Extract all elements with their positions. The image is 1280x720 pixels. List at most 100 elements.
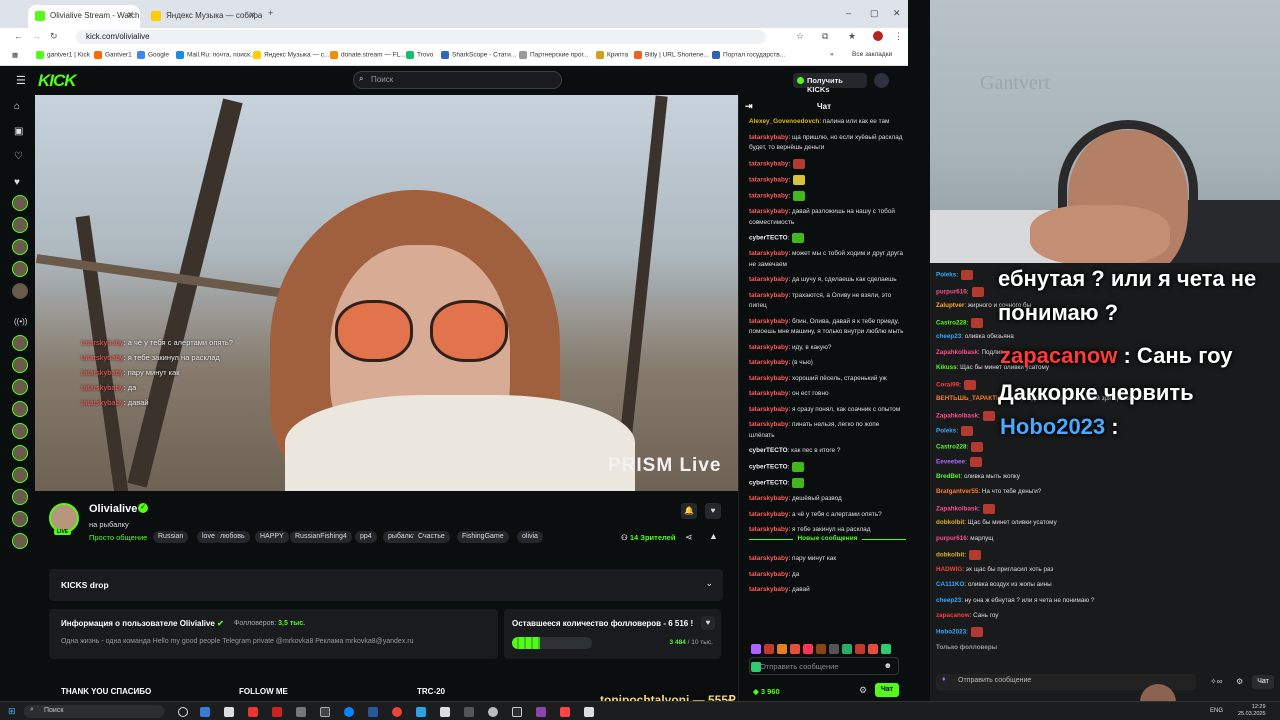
overlay-settings-icon[interactable]: ⚙ (1236, 677, 1243, 686)
taskbar-app-icon[interactable] (296, 707, 306, 717)
emote-icon[interactable] (764, 644, 774, 654)
taskbar-app-icon[interactable] (536, 707, 546, 717)
live-channel-avatar[interactable] (12, 533, 28, 549)
task-view-icon[interactable] (178, 707, 188, 717)
tab-yandex-music[interactable]: Яндекс Музыка — собираем ✕ (144, 5, 262, 28)
live-channel-avatar[interactable] (12, 335, 28, 351)
tag-chip[interactable]: Russian (153, 531, 189, 543)
emote-icon[interactable] (816, 644, 826, 654)
chat-username[interactable]: cyberTECTO (749, 447, 788, 454)
home-icon[interactable]: ⌂ (14, 101, 20, 112)
chat-username[interactable]: tatarskybaby (749, 375, 788, 382)
chat-username[interactable]: cyberTECTO (749, 480, 788, 487)
chat-username[interactable]: tatarskybaby (749, 511, 788, 518)
tag-chip[interactable]: olivia (517, 531, 543, 543)
bookmark-item[interactable]: Bitly | URL Shortene... (634, 51, 709, 59)
tag-chip[interactable]: RussianFishing4 (290, 531, 352, 543)
bookmark-item[interactable]: Mail.Ru: почта, поиск... (176, 51, 255, 59)
bookmark-item[interactable]: Trovo (406, 51, 433, 59)
live-channel-avatar[interactable] (12, 445, 28, 461)
bookmark-item[interactable]: Партнерские прог... (519, 51, 588, 59)
chat-username[interactable]: tatarskybaby (749, 421, 788, 428)
taskbar-app-icon[interactable] (488, 707, 498, 717)
live-channel-avatar[interactable] (12, 379, 28, 395)
kick-logo[interactable]: KICK (38, 71, 77, 91)
live-channel-avatar[interactable] (12, 467, 28, 483)
windows-start-icon[interactable]: ⊞ (8, 706, 16, 717)
emote-icon[interactable] (855, 644, 865, 654)
reload-icon[interactable]: ↻ (50, 31, 58, 42)
language-indicator[interactable]: ENG (1210, 708, 1223, 714)
get-kicks-button[interactable]: Получить KICKs (793, 73, 867, 94)
chat-username[interactable]: tatarskybaby (749, 276, 788, 283)
chat-username[interactable]: tatarskybaby (749, 344, 788, 351)
bookmark-item[interactable]: gantver1 | Kick (36, 51, 90, 59)
chat-username[interactable]: tatarskybaby (749, 526, 788, 533)
tag-chip[interactable]: Счастье (413, 531, 450, 543)
chat-send-button[interactable]: Чат (875, 683, 899, 697)
close-icon[interactable]: ✕ (248, 10, 256, 21)
live-channel-avatar[interactable] (12, 423, 28, 439)
chat-input[interactable]: Отправить сообщение ☻ (749, 657, 899, 675)
new-tab-icon[interactable]: + (268, 8, 273, 18)
search-input[interactable]: ⌕ Поиск (353, 71, 562, 89)
emote-icon[interactable] (777, 644, 787, 654)
chat-username[interactable]: tatarskybaby (749, 406, 788, 413)
share-icon[interactable]: ⋖ (685, 532, 693, 543)
taskbar-app-icon[interactable] (440, 707, 450, 717)
emote-icon[interactable] (868, 644, 878, 654)
following-heart-icon[interactable]: ♡ (14, 151, 23, 162)
followed-channel-avatar[interactable] (12, 239, 28, 255)
chat-username[interactable]: tatarskybaby (749, 555, 788, 562)
bookmarks-more[interactable]: » (830, 51, 834, 58)
emote-icon[interactable] (829, 644, 839, 654)
tag-chip[interactable]: FishingGame (457, 531, 509, 543)
kicks-balance[interactable]: ◆ 3 960 (753, 687, 780, 696)
chat-username[interactable]: cyberTECTO (749, 235, 788, 242)
overlay-gift-icon[interactable]: ✧∞ (1210, 677, 1222, 686)
taskbar-app-icon[interactable] (224, 707, 234, 717)
profile-avatar[interactable] (873, 31, 883, 41)
bookmark-item[interactable]: donate.stream — FL... (330, 51, 406, 59)
taskbar-app-icon[interactable] (320, 707, 330, 717)
chat-username[interactable]: tatarskybaby (749, 292, 788, 299)
bookmark-item[interactable]: Крипта (596, 51, 628, 59)
tab-kick[interactable]: Olivialive Stream - Watch Live ✕ (28, 5, 140, 28)
chat-username[interactable]: tatarskybaby (749, 193, 788, 200)
taskbar-app-icon[interactable] (272, 707, 282, 717)
clock[interactable]: 12:29 25.03.2025 (1238, 704, 1266, 718)
browse-icon[interactable]: ▣ (14, 126, 23, 137)
report-flag-icon[interactable]: ▲ (709, 531, 718, 541)
url-field[interactable]: kick.com/olivialive (76, 30, 766, 44)
close-icon[interactable]: ✕ (126, 10, 134, 21)
emote-icon[interactable] (842, 644, 852, 654)
live-channel-avatar[interactable] (12, 357, 28, 373)
chat-username[interactable]: Alexey_Govenoedovch (749, 118, 819, 125)
taskbar-app-icon[interactable] (584, 707, 594, 717)
followed-channel-avatar[interactable] (12, 195, 28, 211)
taskbar-app-icon[interactable] (464, 707, 474, 717)
chat-username[interactable]: tatarskybaby (749, 250, 788, 257)
live-channel-avatar[interactable] (12, 489, 28, 505)
maximize-icon[interactable]: ▢ (870, 8, 879, 19)
chat-username[interactable]: tatarskybaby (749, 586, 788, 593)
bookmarks-icon[interactable]: ★ (848, 31, 856, 42)
chat-username[interactable]: tatarskybaby (749, 160, 788, 167)
bookmark-item[interactable]: Google (137, 51, 169, 59)
chat-username[interactable]: tatarskybaby (749, 134, 788, 141)
emote-icon[interactable] (881, 644, 891, 654)
stream-category-link[interactable]: Просто общение (89, 533, 147, 542)
user-avatar[interactable] (874, 73, 889, 88)
channel-name[interactable]: Olivialive (89, 503, 137, 515)
chrome-icon[interactable] (392, 707, 402, 717)
emote-icon[interactable] (751, 644, 761, 654)
bookmark-item[interactable]: Портал государств... (712, 51, 785, 59)
chat-username[interactable]: tatarskybaby (749, 318, 788, 325)
follow-heart-icon[interactable]: ♥ (705, 503, 721, 519)
chat-username[interactable]: tatarskybaby (749, 390, 788, 397)
window-close-icon[interactable]: ✕ (893, 8, 901, 19)
taskbar-app-icon[interactable] (200, 707, 210, 717)
emote-icon[interactable] (790, 644, 800, 654)
chat-settings-gear-icon[interactable]: ⚙ (859, 685, 867, 696)
apps-grid-icon[interactable]: ▦ (12, 51, 18, 59)
